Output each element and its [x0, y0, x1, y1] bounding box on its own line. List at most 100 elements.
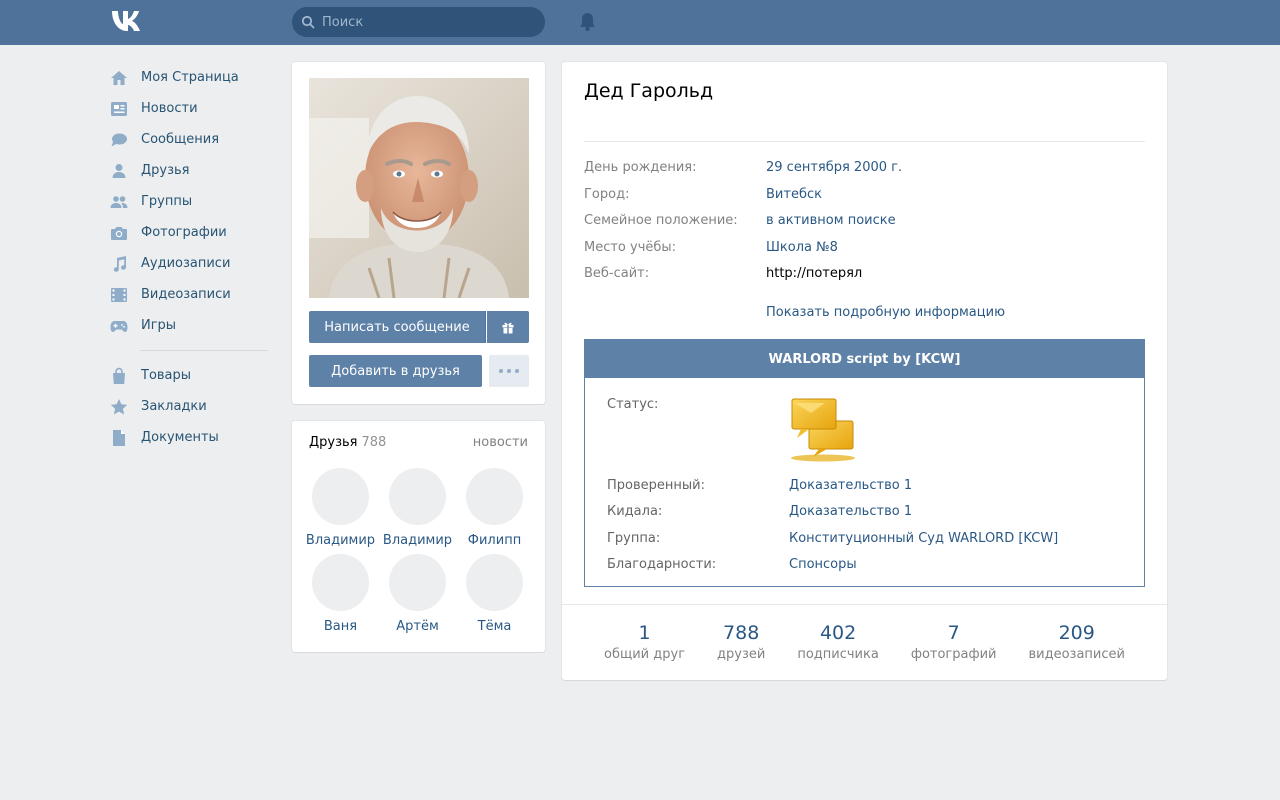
counter-label: видеозаписей — [1028, 647, 1125, 662]
sidebar-item-messages[interactable]: Сообщения — [110, 124, 270, 155]
friend-avatar[interactable] — [389, 468, 446, 525]
top-header-bar — [0, 0, 1280, 45]
friend-name[interactable]: Артём — [396, 619, 439, 634]
counter-photos[interactable]: 7 фотографий — [911, 622, 997, 662]
counter-friends[interactable]: 788 друзей — [717, 622, 765, 662]
friend-name[interactable]: Владимир — [306, 533, 375, 548]
stats-divider — [562, 604, 1167, 605]
friend-item[interactable]: Артём — [379, 554, 456, 634]
friend-avatar[interactable] — [312, 468, 369, 525]
warlord-script-block: WARLORD script by [KCW] Статус: Проверен… — [584, 339, 1145, 587]
messages-icon — [110, 131, 128, 149]
bell-icon[interactable] — [578, 12, 597, 32]
warlord-value-link[interactable]: Спонсоры — [789, 557, 857, 572]
sidebar-item-label: Игры — [141, 318, 177, 333]
info-divider — [584, 141, 1145, 142]
info-row-relationship: Семейное положение: в активном поиске — [584, 213, 896, 228]
sidebar-item-video[interactable]: Видеозаписи — [110, 279, 270, 310]
profile-avatar[interactable] — [309, 78, 529, 298]
info-row-city: Город: Витебск — [584, 187, 822, 202]
sidebar-item-my-page[interactable]: Моя Страница — [110, 62, 270, 93]
warlord-title: WARLORD script by [KCW] — [585, 340, 1144, 378]
friend-avatar[interactable] — [389, 554, 446, 611]
counter-mutual-friends[interactable]: 1 общий друг — [604, 622, 685, 662]
counter-label: фотографий — [910, 647, 997, 662]
info-value-link[interactable]: http://потерял — [766, 266, 862, 281]
info-value-link[interactable]: Школа №8 — [766, 240, 838, 255]
counter-label: общий друг — [604, 647, 686, 662]
sidebar-item-label: Фотографии — [141, 225, 227, 240]
warlord-key: Кидала: — [607, 504, 663, 519]
friends-grid: Владимир Владимир Филипп Ваня Артём Тёма — [302, 468, 536, 634]
warlord-value-link[interactable]: Доказательство 1 — [789, 504, 912, 519]
friend-name[interactable]: Владимир — [383, 533, 452, 548]
add-friend-button[interactable]: Добавить в друзья — [309, 355, 482, 387]
star-icon — [110, 398, 128, 416]
counter-followers[interactable]: 402 подписчика — [797, 622, 879, 662]
sidebar-item-label: Сообщения — [141, 132, 220, 147]
warlord-row-thanks: Благодарности: Спонсоры — [607, 557, 857, 572]
info-key: День рождения: — [584, 160, 697, 175]
friend-avatar[interactable] — [312, 554, 369, 611]
counter-number: 209 — [1058, 622, 1095, 644]
sidebar-item-bookmarks[interactable]: Закладки — [110, 391, 270, 422]
write-message-button[interactable]: Написать сообщение — [309, 311, 486, 343]
warlord-value-link[interactable]: Конституционный Суд WARLORD [KCW] — [789, 531, 1058, 546]
friend-name[interactable]: Тёма — [478, 619, 512, 634]
sidebar-item-documents[interactable]: Документы — [110, 422, 270, 453]
send-gift-button[interactable] — [487, 311, 529, 343]
friends-title: Друзья — [309, 435, 358, 450]
sidebar-item-groups[interactable]: Группы — [110, 186, 270, 217]
warlord-key: Проверенный: — [607, 478, 705, 493]
news-icon — [110, 100, 128, 118]
sidebar-item-games[interactable]: Игры — [110, 310, 270, 341]
friend-item[interactable]: Филипп — [456, 468, 533, 548]
profile-name: Дед Гарольд — [584, 80, 714, 102]
counter-number: 788 — [723, 622, 760, 644]
friend-avatar[interactable] — [466, 554, 523, 611]
sidebar-item-friends[interactable]: Друзья — [110, 155, 270, 186]
info-value-link[interactable]: Витебск — [766, 187, 822, 202]
friend-item[interactable]: Владимир — [302, 468, 379, 548]
friend-item[interactable]: Тёма — [456, 554, 533, 634]
friend-name[interactable]: Филипп — [468, 533, 521, 548]
sidebar-divider — [140, 350, 268, 351]
sidebar-item-audio[interactable]: Аудиозаписи — [110, 248, 270, 279]
sidebar-item-goods[interactable]: Товары — [110, 360, 270, 391]
warlord-value-link[interactable]: Доказательство 1 — [789, 478, 912, 493]
counter-number: 7 — [947, 622, 960, 644]
friends-news-link[interactable]: новости — [473, 435, 528, 450]
warlord-key: Статус: — [607, 397, 659, 412]
friends-header[interactable]: Друзья 788 — [309, 435, 386, 450]
sidebar-item-label: Товары — [141, 368, 192, 383]
show-more-info-link[interactable]: Показать подробную информацию — [766, 305, 1005, 320]
warlord-key: Благодарности: — [607, 557, 717, 572]
sidebar-item-label: Видеозаписи — [141, 287, 231, 302]
info-key: Семейное положение: — [584, 213, 738, 228]
info-value-link[interactable]: в активном поиске — [766, 213, 896, 228]
friend-avatar[interactable] — [466, 468, 523, 525]
warlord-status-row: Статус: — [607, 397, 789, 412]
sidebar-item-photos[interactable]: Фотографии — [110, 217, 270, 248]
search-box[interactable] — [292, 7, 545, 37]
chat-bubbles-icon — [791, 398, 855, 462]
write-message-label: Написать сообщение — [324, 319, 470, 335]
sidebar-item-label: Группы — [141, 194, 193, 209]
vk-logo-icon[interactable] — [110, 9, 148, 33]
info-key: Место учёбы: — [584, 240, 677, 255]
counter-videos[interactable]: 209 видеозаписей — [1028, 622, 1124, 662]
warlord-row-group: Группа: Конституционный Суд WARLORD [KCW… — [607, 531, 1058, 546]
info-value-link[interactable]: 29 сентября 2000 г. — [766, 160, 902, 175]
info-row-website: Веб-сайт: http://потерял — [584, 266, 862, 281]
counter-number: 1 — [638, 622, 651, 644]
more-actions-button[interactable] — [489, 355, 529, 387]
friend-item[interactable]: Ваня — [302, 554, 379, 634]
gamepad-icon — [110, 317, 128, 335]
sidebar-item-label: Аудиозаписи — [141, 256, 231, 271]
search-input[interactable] — [322, 14, 522, 30]
profile-photo-card: Написать сообщение Добавить в друзья — [292, 62, 545, 404]
sidebar-item-news[interactable]: Новости — [110, 93, 270, 124]
friend-item[interactable]: Владимир — [379, 468, 456, 548]
friend-name[interactable]: Ваня — [324, 619, 357, 634]
add-friend-label: Добавить в друзья — [331, 363, 460, 379]
